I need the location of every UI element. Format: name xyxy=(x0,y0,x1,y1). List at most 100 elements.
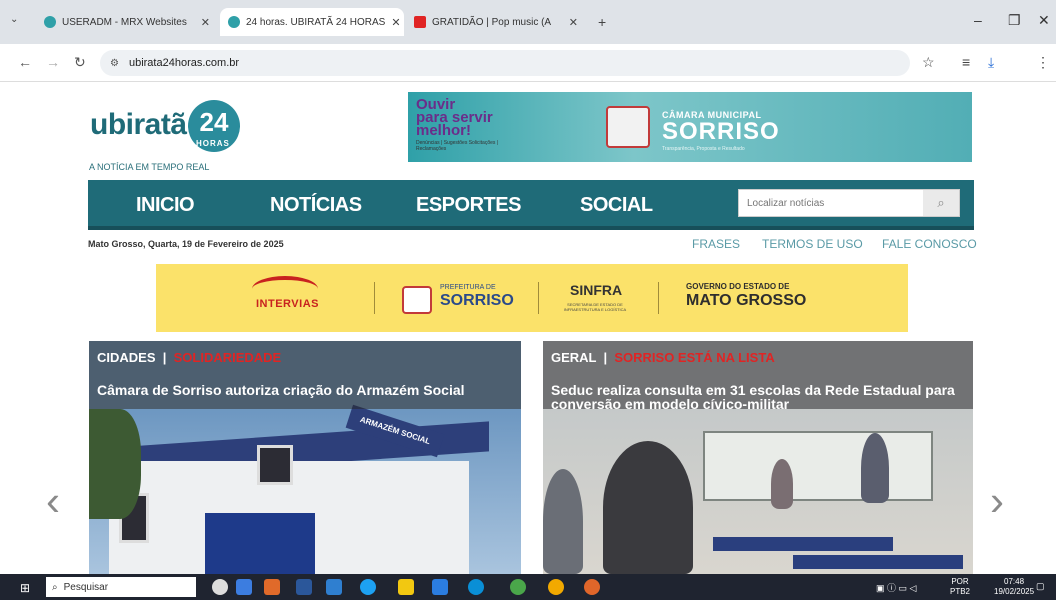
notification-icon[interactable]: ▢ xyxy=(1036,581,1045,592)
lang-label: POR xyxy=(951,577,969,586)
bookmark-star-icon[interactable]: ☆ xyxy=(922,54,935,71)
reload-icon[interactable]: ↻ xyxy=(74,54,86,71)
site-info-icon[interactable]: ⚙ xyxy=(110,58,119,69)
search-icon: ⌕ xyxy=(52,581,58,593)
link-termos[interactable]: TERMOS DE USO xyxy=(762,237,863,251)
chrome-icon[interactable] xyxy=(548,579,564,595)
prefeitura-sorriso-label: SORRISO xyxy=(440,292,514,309)
photo-desk xyxy=(713,537,893,551)
date-line: Mato Grosso, Quarta, 19 de Fevereiro de … xyxy=(88,239,284,249)
mato-grosso-label: MATO GROSSO xyxy=(686,292,807,309)
tab-title: USERADM - MRX Websites xyxy=(62,16,187,28)
clock[interactable]: 07:48 19/02/2025 xyxy=(994,577,1034,597)
browser-tab-bar: ⌄ USERADM - MRX Websites ✕ 24 horas. UBI… xyxy=(0,0,1056,44)
ad-small-text: Denúncias | Sugestões Solicitações | Rec… xyxy=(416,140,499,152)
search-box: ⌕ xyxy=(738,189,960,217)
category-label: GERAL xyxy=(551,350,597,365)
main-nav: INICIO NOTÍCIAS ESPORTES SOCIAL ⌕ xyxy=(88,180,974,230)
ad-sorriso-label: SORRISO xyxy=(662,118,780,145)
clock-time: 07:48 xyxy=(1004,577,1025,586)
store-icon[interactable] xyxy=(432,579,448,595)
youtube-icon xyxy=(414,16,426,28)
nav-social[interactable]: SOCIAL xyxy=(580,194,653,217)
intervias-label: INTERVIAS xyxy=(256,298,319,310)
edge-new-icon[interactable] xyxy=(468,579,484,595)
close-tab-icon[interactable]: ✕ xyxy=(385,16,400,29)
divider xyxy=(658,282,659,314)
forward-icon[interactable]: → xyxy=(46,54,60,70)
favicon-icon xyxy=(228,16,240,28)
card-title[interactable]: Seduc realiza consulta em 31 escolas da … xyxy=(551,383,961,411)
card-category[interactable]: GERAL | SORRISO ESTÁ NA LISTA xyxy=(551,350,775,365)
tab-title: 24 horas. UBIRATÃ 24 HORAS xyxy=(246,16,386,28)
menu-icon[interactable]: ⋮ xyxy=(1036,54,1050,71)
close-tab-icon[interactable]: ✕ xyxy=(195,16,210,29)
photo-student xyxy=(543,469,583,574)
sorriso-seal-icon xyxy=(606,106,650,148)
close-tab-icon[interactable]: ✕ xyxy=(563,16,578,29)
news-card-armazem[interactable]: CIDADES | SOLIDARIEDADE Câmara de Sorris… xyxy=(89,341,521,574)
gov-label: GOVERNO DO ESTADO DE xyxy=(686,282,790,291)
reading-list-icon[interactable]: ≡ xyxy=(962,54,970,70)
new-tab-button[interactable]: + xyxy=(598,14,606,30)
app-icon[interactable] xyxy=(326,579,342,595)
divider xyxy=(374,282,375,314)
minimize-icon[interactable]: – xyxy=(974,12,982,28)
subcategory-label: SORRISO ESTÁ NA LISTA xyxy=(614,350,775,365)
url-field[interactable]: ⚙ ubirata24horas.com.br xyxy=(100,50,910,76)
camara-sorriso-banner[interactable]: Ouvir para servir melhor! Denúncias | Su… xyxy=(408,92,972,162)
app-icon[interactable] xyxy=(236,579,252,595)
carousel-prev-icon[interactable]: ‹ xyxy=(46,477,60,525)
app-icon[interactable] xyxy=(264,579,280,595)
word-icon[interactable] xyxy=(296,579,312,595)
edge-icon[interactable] xyxy=(360,579,376,595)
file-explorer-icon[interactable] xyxy=(398,579,414,595)
language-indicator[interactable]: POR PTB2 xyxy=(950,577,970,597)
nav-noticias[interactable]: NOTÍCIAS xyxy=(270,194,362,217)
carousel-next-icon[interactable]: › xyxy=(990,477,1004,525)
sinfra-sub: SECRETARIA DE ESTADO DE INFRAESTRUTURA E… xyxy=(563,302,627,312)
photo-door xyxy=(205,513,315,574)
taskbar-search-label: Pesquisar xyxy=(63,581,109,593)
tray-icons[interactable]: ▣ ⓘ ▭ ◁ xyxy=(876,581,916,594)
logo-badge: 24 HORAS xyxy=(188,100,240,152)
link-frases[interactable]: FRASES xyxy=(692,237,740,251)
subcategory-label: SOLIDARIEDADE xyxy=(173,350,282,365)
windows-start-icon[interactable]: ⊞ xyxy=(20,581,30,595)
soccer-app-icon[interactable] xyxy=(212,579,228,595)
tab-useradm[interactable]: USERADM - MRX Websites ✕ xyxy=(36,8,218,36)
card-category[interactable]: CIDADES | SOLIDARIEDADE xyxy=(97,350,281,365)
close-window-icon[interactable]: ✕ xyxy=(1038,12,1050,29)
nav-esportes[interactable]: ESPORTES xyxy=(416,194,521,217)
photo-student-back xyxy=(603,441,693,574)
category-label: CIDADES xyxy=(97,350,156,365)
app-icon[interactable] xyxy=(510,579,526,595)
link-fale-conosco[interactable]: FALE CONOSCO xyxy=(882,237,977,251)
download-icon[interactable]: ⤓ xyxy=(988,54,994,71)
sponsors-banner[interactable]: INTERVIAS PREFEITURA DE SORRISO SINFRA S… xyxy=(156,264,908,332)
logo-badge-number: 24 xyxy=(199,107,229,137)
nav-inicio[interactable]: INICIO xyxy=(136,194,195,217)
news-card-seduc[interactable]: GERAL | SORRISO ESTÁ NA LISTA Seduc real… xyxy=(543,341,973,574)
url-text: ubirata24horas.com.br xyxy=(128,57,240,69)
restore-icon[interactable]: ❐ xyxy=(1008,12,1021,29)
ad-ouvir-text: Ouvir para servir melhor! xyxy=(416,97,493,138)
address-bar-row: ← → ↻ ⚙ ubirata24horas.com.br ☆ ≡ ⤓ ⋮ xyxy=(0,44,1056,82)
chrome-icon[interactable] xyxy=(584,579,600,595)
photo-window xyxy=(257,445,293,485)
back-icon[interactable]: ← xyxy=(18,54,32,70)
tab-title: GRATIDÃO | Pop music (A xyxy=(432,16,552,28)
tab-list-dropdown[interactable]: ⌄ xyxy=(10,14,18,25)
taskbar-search[interactable]: ⌕ Pesquisar xyxy=(46,577,196,597)
search-input[interactable] xyxy=(739,190,917,216)
sinfra-label: SINFRA xyxy=(570,282,623,298)
tab-ubirata[interactable]: 24 horas. UBIRATÃ 24 HORAS ✕ xyxy=(220,8,404,36)
card-title[interactable]: Câmara de Sorriso autoriza criação do Ar… xyxy=(97,383,465,397)
taskbar: ⊞ ⌕ Pesquisar ▣ ⓘ ▭ ◁ POR PTB2 07:48 19/… xyxy=(0,574,1056,600)
search-icon[interactable]: ⌕ xyxy=(923,190,959,216)
prefeitura-seal-icon xyxy=(402,286,432,314)
site-logo[interactable]: ubiratã 24 HORAS xyxy=(90,100,250,160)
logo-badge-sub: HORAS xyxy=(196,139,230,148)
tab-gratidao[interactable]: GRATIDÃO | Pop music (A ✕ xyxy=(406,8,586,36)
photo-desk xyxy=(793,555,963,569)
